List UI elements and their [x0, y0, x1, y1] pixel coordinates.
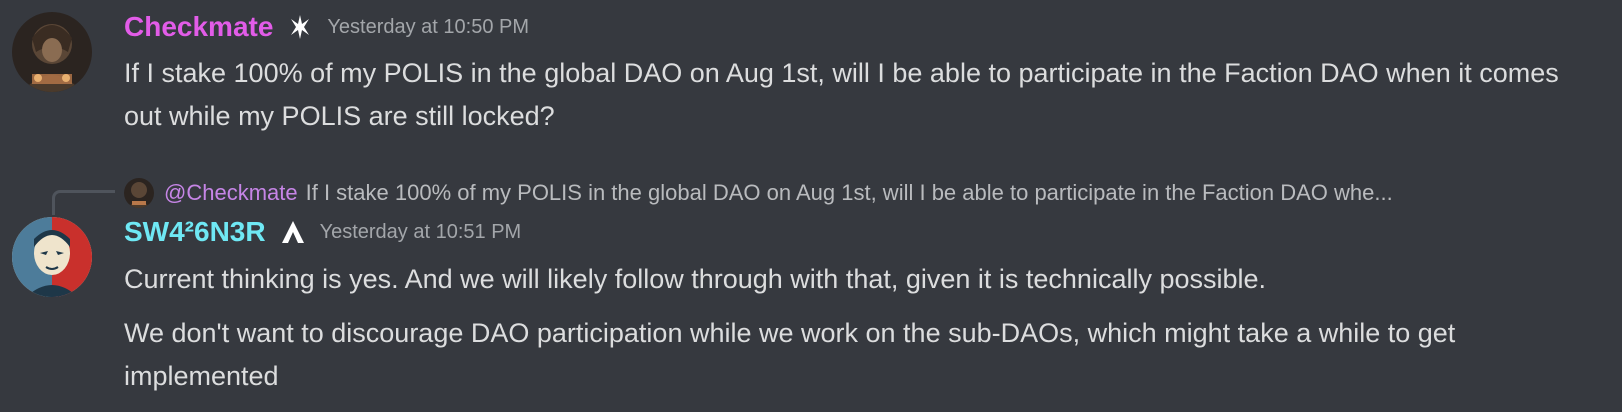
message-header: Checkmate Yesterday at 10:50 PM — [124, 11, 529, 43]
message-text: Current thinking is yes. And we will lik… — [124, 264, 1267, 294]
message-text: We don't want to discourage DAO particip… — [124, 318, 1456, 391]
reply-mention[interactable]: @Checkmate — [164, 180, 298, 206]
timestamp[interactable]: Yesterday at 10:50 PM — [327, 16, 529, 39]
reply-preview[interactable]: If I stake 100% of my POLIS in the globa… — [306, 180, 1393, 206]
message-content: If I stake 100% of my POLIS in the globa… — [124, 52, 1594, 138]
a-logo-badge-icon[interactable] — [280, 219, 306, 245]
checkmate-small-avatar-icon — [124, 178, 154, 208]
fencer-badge-icon[interactable] — [287, 14, 313, 40]
message-content: Current thinking is yes. And we will lik… — [124, 258, 1594, 398]
reply-reference[interactable]: @Checkmate If I stake 100% of my POLIS i… — [124, 177, 1604, 209]
reply-avatar — [124, 178, 154, 208]
checkmate-avatar-icon — [12, 12, 92, 92]
message-text: If I stake 100% of my POLIS in the globa… — [124, 58, 1559, 131]
username[interactable]: Checkmate — [124, 11, 273, 43]
reply-spine — [52, 190, 115, 215]
username[interactable]: SW4²6N3R — [124, 216, 266, 248]
avatar[interactable] — [12, 217, 92, 297]
sw4-avatar-icon — [12, 217, 92, 297]
message-header: SW4²6N3R Yesterday at 10:51 PM — [124, 216, 521, 248]
avatar[interactable] — [12, 12, 92, 92]
timestamp[interactable]: Yesterday at 10:51 PM — [320, 221, 522, 244]
